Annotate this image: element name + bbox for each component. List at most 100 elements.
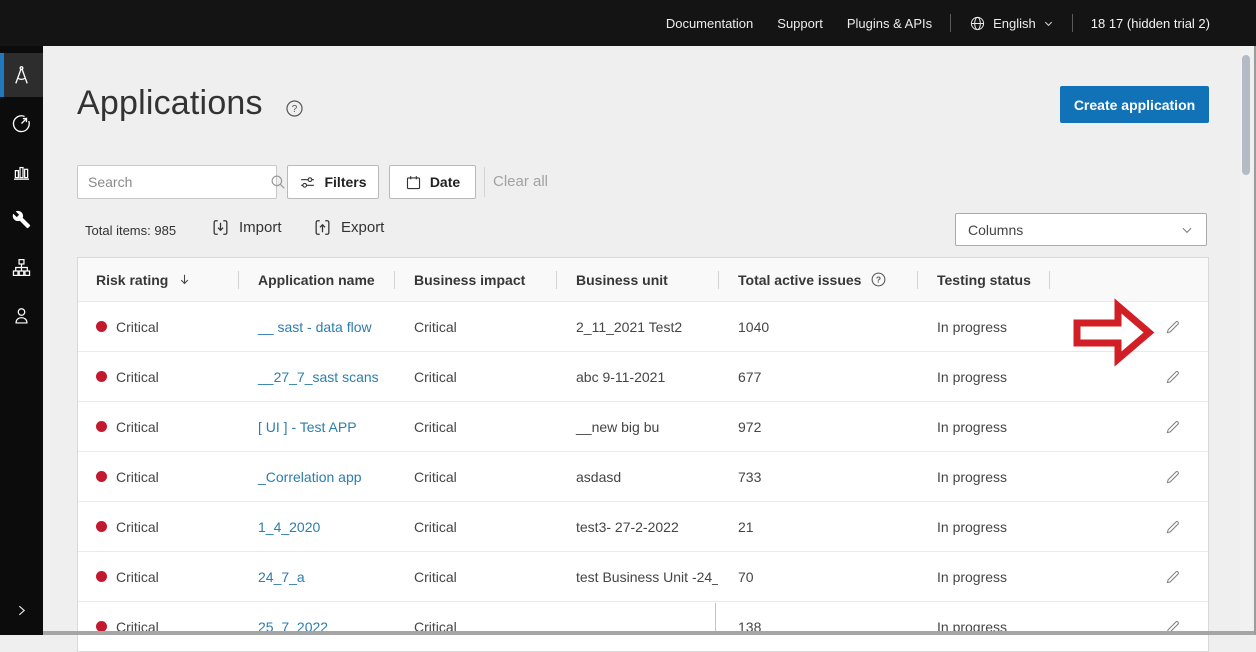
info-icon[interactable]: ? [870, 271, 887, 288]
application-link[interactable]: [ UI ] - Test APP [258, 419, 357, 435]
business-impact-value: Critical [394, 569, 556, 585]
business-unit-value: test Business Unit -24_ [556, 569, 718, 585]
bar-chart-icon [11, 161, 32, 182]
sort-descending-icon[interactable] [177, 272, 192, 287]
sidebar-item-settings[interactable] [0, 195, 43, 243]
business-impact-value: Critical [394, 319, 556, 335]
columns-dropdown[interactable]: Columns [955, 213, 1207, 246]
edit-pencil-icon[interactable] [1164, 418, 1182, 436]
column-header-business-unit[interactable]: Business unit [556, 258, 718, 301]
total-active-issues-value: 972 [718, 419, 917, 435]
critical-dot-icon [96, 571, 107, 582]
applications-table: Risk rating Application name Business im… [77, 257, 1209, 652]
svg-text:?: ? [876, 274, 881, 284]
application-link[interactable]: __27_7_sast scans [258, 369, 379, 385]
total-active-issues-value: 21 [718, 519, 917, 535]
sidebar-item-organization[interactable] [0, 243, 43, 291]
testing-status-value: In progress [917, 519, 1049, 535]
edit-pencil-icon[interactable] [1164, 568, 1182, 586]
nav-support[interactable]: Support [777, 16, 823, 31]
total-active-issues-value: 70 [718, 569, 917, 585]
sliders-icon [299, 174, 316, 191]
critical-dot-icon [96, 421, 107, 432]
application-link[interactable]: __ sast - data flow [258, 319, 372, 335]
testing-status-value: In progress [917, 319, 1049, 335]
language-selector[interactable]: English [969, 15, 1054, 32]
column-header-total-active-issues[interactable]: Total active issues ? [718, 258, 917, 301]
wrench-icon [12, 210, 31, 229]
edit-pencil-icon[interactable] [1164, 318, 1182, 336]
header-label: Business impact [414, 272, 525, 288]
column-header-application-name[interactable]: Application name [238, 258, 394, 301]
critical-dot-icon [96, 521, 107, 532]
table-row: Critical __27_7_sast scans Critical abc … [78, 351, 1208, 401]
scrollbar-thumb[interactable] [1242, 55, 1250, 175]
risk-label: Critical [116, 319, 159, 335]
column-header-business-impact[interactable]: Business impact [394, 258, 556, 301]
chevron-down-icon [1180, 223, 1194, 237]
risk-label: Critical [116, 569, 159, 585]
search-icon [269, 173, 287, 191]
nav-plugins-apis[interactable]: Plugins & APIs [847, 16, 932, 31]
critical-dot-icon [96, 471, 107, 482]
testing-status-value: In progress [917, 419, 1049, 435]
date-label: Date [430, 174, 460, 190]
import-label: Import [239, 219, 282, 236]
critical-dot-icon [96, 371, 107, 382]
clear-all-button[interactable]: Clear all [493, 173, 548, 190]
business-unit-value: __new big bu [556, 419, 718, 435]
header-label: Testing status [937, 272, 1031, 288]
columns-label: Columns [968, 222, 1023, 238]
testing-status-value: In progress [917, 369, 1049, 385]
calendar-icon [405, 174, 422, 191]
application-link[interactable]: 1_4_2020 [258, 519, 320, 535]
create-application-button[interactable]: Create application [1060, 86, 1209, 123]
application-link[interactable]: 24_7_a [258, 569, 305, 585]
nav-documentation[interactable]: Documentation [666, 16, 753, 31]
table-row: Critical [ UI ] - Test APP Critical __ne… [78, 401, 1208, 451]
edit-pencil-icon[interactable] [1164, 468, 1182, 486]
topbar-divider [1072, 14, 1073, 32]
filters-button[interactable]: Filters [287, 165, 379, 199]
page-scrollbar[interactable] [1240, 46, 1252, 635]
svg-text:?: ? [292, 104, 298, 115]
sidebar-item-profile[interactable] [0, 291, 43, 339]
business-unit-value: test3- 27-2-2022 [556, 519, 718, 535]
date-button[interactable]: Date [389, 165, 476, 199]
total-items-label: Total items: 985 [85, 223, 176, 238]
header-label: Application name [258, 272, 375, 288]
sidebar-expand-button[interactable] [0, 595, 43, 625]
business-impact-value: Critical [394, 469, 556, 485]
help-icon[interactable]: ? [285, 99, 304, 123]
sidebar-item-insights[interactable] [0, 147, 43, 195]
topbar: Documentation Support Plugins & APIs Eng… [0, 0, 1256, 46]
risk-label: Critical [116, 419, 159, 435]
sidebar-item-scans[interactable] [0, 99, 43, 147]
column-header-risk-rating[interactable]: Risk rating [78, 258, 238, 301]
filter-divider [484, 167, 485, 197]
export-button[interactable]: Export [313, 218, 384, 237]
import-button[interactable]: Import [211, 218, 282, 237]
export-upload-icon [313, 218, 332, 237]
total-active-issues-value: 677 [718, 369, 917, 385]
sidebar [0, 46, 43, 635]
header-label: Business unit [576, 272, 668, 288]
column-header-testing-status[interactable]: Testing status [917, 258, 1049, 301]
sidebar-item-applications[interactable] [0, 53, 43, 97]
header-label: Total active issues [738, 272, 861, 288]
testing-status-value: In progress [917, 569, 1049, 585]
table-row: Critical _Correlation app Critical asdas… [78, 451, 1208, 501]
edit-pencil-icon[interactable] [1164, 368, 1182, 386]
annotation-arrow-icon [1071, 295, 1155, 376]
business-unit-value: asdasd [556, 469, 718, 485]
column-divider-artifact [715, 603, 716, 633]
application-link[interactable]: _Correlation app [258, 469, 362, 485]
business-impact-value: Critical [394, 369, 556, 385]
search-input[interactable] [88, 174, 269, 190]
risk-label: Critical [116, 469, 159, 485]
chevron-down-icon [1043, 18, 1054, 29]
edit-pencil-icon[interactable] [1164, 518, 1182, 536]
window-bottom-edge [43, 631, 1256, 635]
import-download-icon [211, 218, 230, 237]
table-row: Critical 25_7_2022 Critical 138 In progr… [78, 601, 1208, 651]
